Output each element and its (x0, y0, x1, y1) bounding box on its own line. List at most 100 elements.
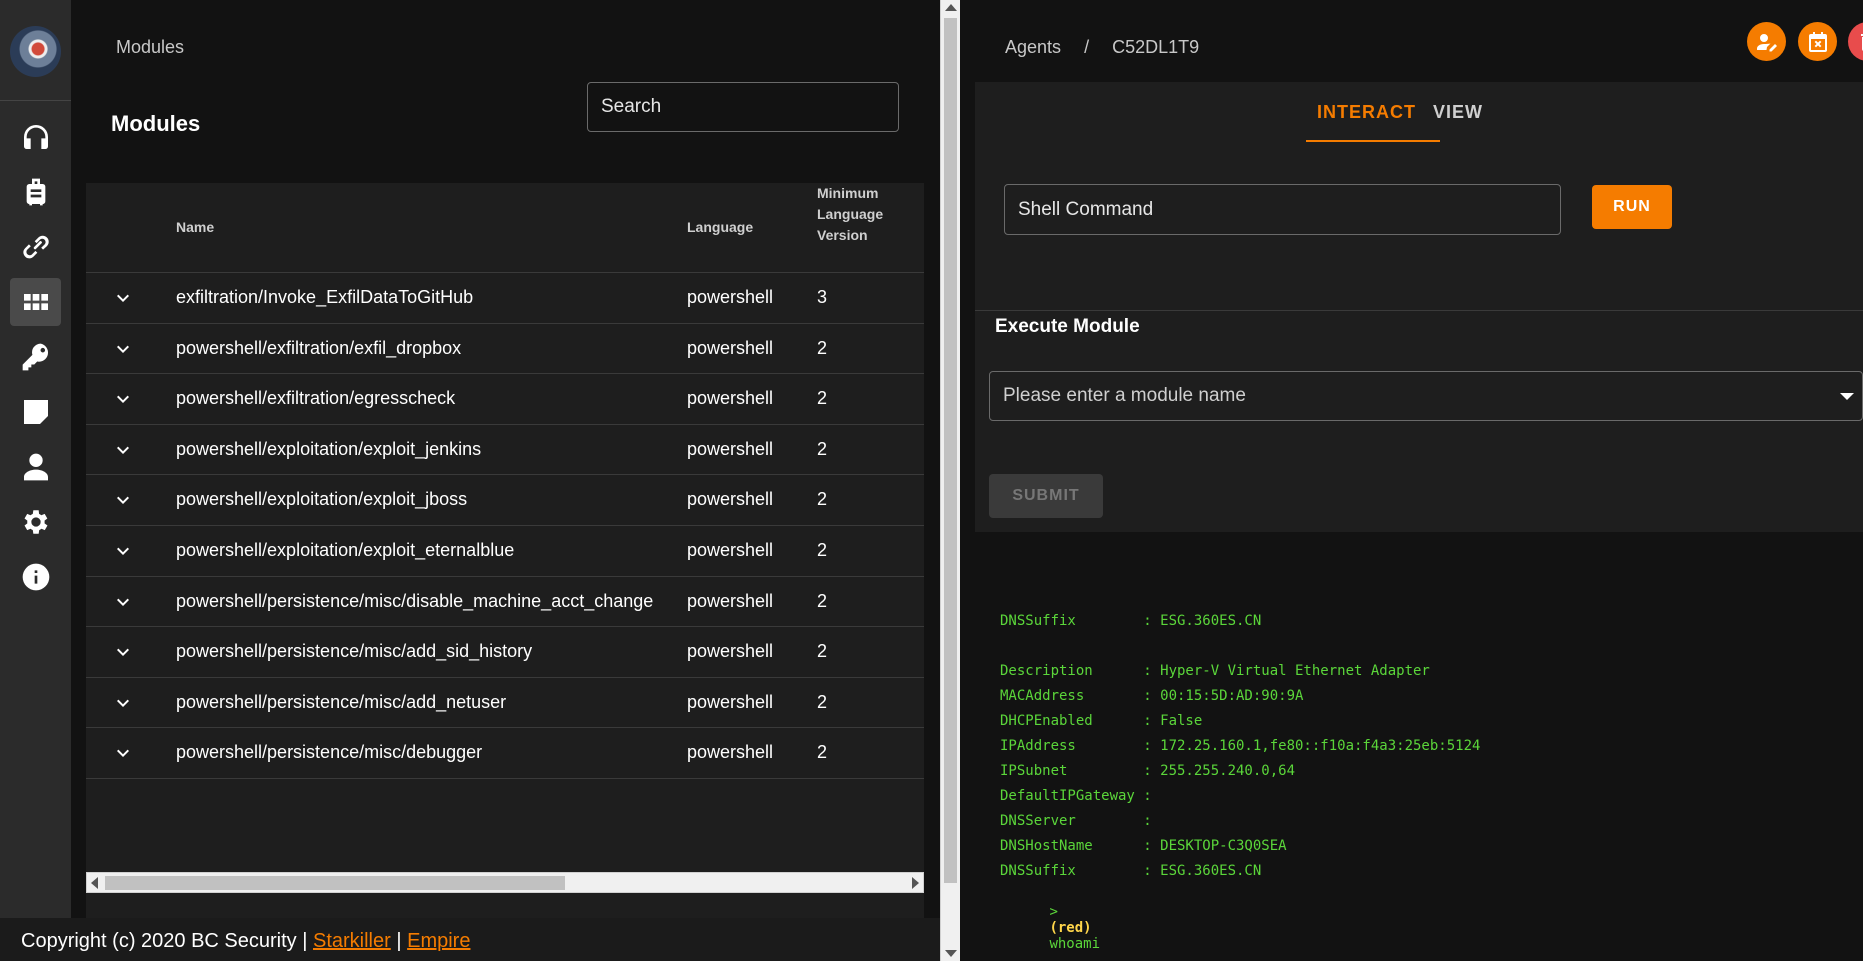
luggage-icon (26, 178, 45, 206)
scroll-right-icon[interactable] (912, 877, 919, 889)
clear-tasks-button[interactable] (1798, 22, 1837, 61)
expand-row-icon[interactable] (111, 741, 135, 765)
table-row[interactable]: powershell/persistence/misc/add_netuser p… (86, 678, 924, 729)
breadcrumb[interactable]: Modules (116, 37, 184, 58)
table-row[interactable]: powershell/persistence/misc/add_sid_hist… (86, 627, 924, 678)
sidebar-item-stagers[interactable] (10, 168, 61, 216)
table-row[interactable]: powershell/exploitation/exploit_eternalb… (86, 526, 924, 577)
sidebar-item-about[interactable] (10, 553, 61, 601)
sticky-note-icon (23, 400, 48, 424)
scrollbar-thumb[interactable] (105, 876, 565, 890)
terminal-line: DefaultIPGateway : (1000, 788, 1152, 804)
column-header-language[interactable]: Language (687, 217, 753, 238)
expand-row-icon[interactable] (111, 387, 135, 411)
section-divider (975, 310, 1863, 311)
breadcrumb-separator: / (1084, 37, 1090, 57)
table-row[interactable]: powershell/persistence/misc/debugger powe… (86, 728, 924, 779)
expand-row-icon[interactable] (111, 590, 135, 614)
module-min-version: 2 (817, 590, 828, 611)
grid-icon (23, 294, 48, 310)
table-row[interactable]: powershell/exfiltration/exfil_dropbox pow… (86, 324, 924, 375)
expand-row-icon[interactable] (111, 539, 135, 563)
module-language: powershell (687, 438, 774, 459)
terminal-line: DNSServer : (1000, 813, 1152, 829)
column-header-min-version[interactable]: Minimum Language Version (817, 183, 907, 246)
headphones-icon (23, 125, 48, 149)
edit-agent-button[interactable] (1747, 22, 1786, 61)
module-min-version: 2 (817, 641, 828, 662)
empire-logo[interactable] (10, 26, 61, 77)
expand-row-icon[interactable] (111, 438, 135, 462)
breadcrumb: Agents / C52DL1T9 (1005, 37, 1217, 58)
module-name: powershell/persistence/misc/debugger (176, 742, 483, 763)
module-select[interactable]: Please enter a module name (989, 371, 1863, 421)
interact-panel: INTERACT VIEW RUN Execute Module Please … (975, 82, 1863, 532)
table-row[interactable]: powershell/exploitation/exploit_jboss pow… (86, 475, 924, 526)
execute-module-title: Execute Module (995, 316, 1140, 337)
module-min-version: 2 (817, 742, 828, 763)
run-button[interactable]: RUN (1592, 185, 1672, 229)
modules-table: Name Language Minimum Language Version e… (86, 183, 924, 918)
submit-button[interactable]: SUBMIT (989, 474, 1103, 518)
terminal-line: IPSubnet : 255.255.240.0,64 (1000, 763, 1296, 779)
module-language: powershell (687, 742, 774, 763)
terminal-line: DHCPEnabled : False (1000, 713, 1203, 729)
footer-separator: | (396, 930, 402, 952)
module-language: powershell (687, 337, 774, 358)
horizontal-scrollbar[interactable] (86, 872, 924, 893)
user-icon (23, 453, 48, 481)
scroll-up-icon[interactable] (945, 4, 957, 11)
module-language: powershell (687, 388, 774, 409)
expand-row-icon[interactable] (111, 691, 135, 715)
expand-row-icon[interactable] (111, 640, 135, 664)
module-language: powershell (687, 489, 774, 510)
module-min-version: 2 (817, 540, 828, 560)
starkiller-link[interactable]: Starkiller (313, 930, 391, 952)
module-name: powershell/exploitation/exploit_jboss (176, 489, 468, 510)
module-min-version: 2 (817, 337, 828, 358)
table-row[interactable]: powershell/exploitation/exploit_jenkins p… (86, 425, 924, 476)
table-row[interactable]: exfiltration/Invoke_ExfilDataToGitHub pow… (86, 273, 924, 324)
table-row[interactable]: powershell/persistence/misc/disable_mach… (86, 577, 924, 628)
link-icon (22, 235, 49, 259)
module-language: powershell (687, 691, 774, 712)
table-row[interactable]: powershell/exfiltration/egresscheck power… (86, 374, 924, 425)
delete-agent-button[interactable] (1848, 22, 1863, 61)
expand-row-icon[interactable] (111, 337, 135, 361)
sidebar (0, 0, 71, 918)
empire-link[interactable]: Empire (407, 930, 470, 952)
sidebar-item-settings[interactable] (10, 498, 61, 546)
modules-pane: Modules Modules Name Language Minimum La… (71, 0, 940, 918)
expand-row-icon[interactable] (111, 286, 135, 310)
module-min-version: 2 (817, 489, 828, 510)
sidebar-item-credentials[interactable] (10, 333, 61, 381)
prompt-command: whoami (1049, 936, 1101, 952)
sidebar-item-reporting[interactable] (10, 388, 61, 436)
gear-icon (24, 510, 47, 534)
sidebar-item-agents[interactable] (10, 223, 61, 271)
prompt-arrow: > (1049, 904, 1058, 920)
footer: Copyright (c) 2020 BC Security | Starkil… (0, 918, 940, 961)
module-language: powershell (687, 641, 774, 662)
table-header: Name Language Minimum Language Version (86, 183, 924, 273)
shell-command-input[interactable] (1004, 184, 1561, 235)
delete-icon (1860, 33, 1863, 51)
chevron-down-icon[interactable] (1840, 393, 1854, 400)
module-language: powershell (687, 287, 774, 307)
scroll-down-icon[interactable] (945, 950, 957, 957)
search-input[interactable] (587, 82, 899, 132)
sidebar-item-users[interactable] (10, 443, 61, 491)
tab-interact[interactable]: INTERACT (1317, 102, 1416, 123)
sidebar-item-modules[interactable] (10, 278, 61, 326)
tab-view[interactable]: VIEW (1433, 102, 1483, 123)
terminal-line: MACAddress : 00:15:5D:AD:90:9A (1000, 688, 1304, 704)
scroll-left-icon[interactable] (91, 877, 98, 889)
sidebar-divider (0, 100, 71, 101)
vertical-scrollbar[interactable] (940, 0, 960, 961)
scrollbar-thumb[interactable] (944, 18, 957, 883)
sidebar-item-listeners[interactable] (10, 113, 61, 161)
column-header-name[interactable]: Name (176, 217, 214, 238)
expand-row-icon[interactable] (111, 488, 135, 512)
breadcrumb-agents[interactable]: Agents (1005, 37, 1061, 57)
app: Modules Modules Name Language Minimum La… (0, 0, 1863, 961)
